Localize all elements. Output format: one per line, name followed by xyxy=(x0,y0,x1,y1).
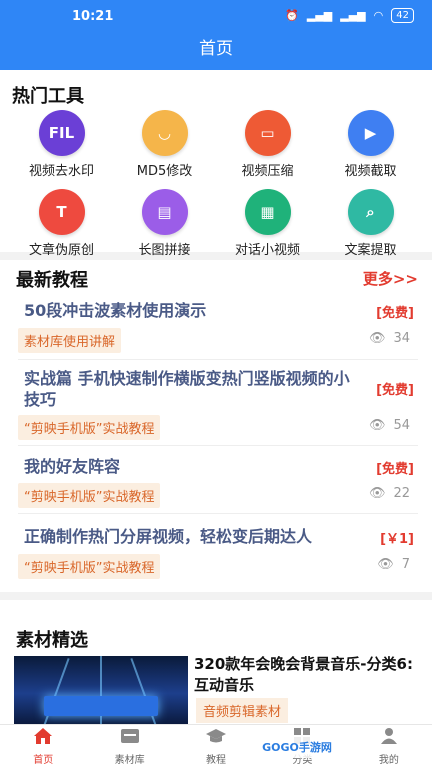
extract-icon: ⌕ xyxy=(347,189,394,235)
materials-title: 素材精选 xyxy=(16,630,88,651)
view-count: 👁 22 xyxy=(369,486,410,501)
tool-item[interactable]: ▶ 视频截取 xyxy=(319,110,422,179)
status-time: 10:21 xyxy=(72,9,114,24)
eye-icon: 👁 xyxy=(368,331,386,346)
view-count-value: 54 xyxy=(393,418,410,433)
tool-label: 视频压缩 xyxy=(241,164,294,179)
graduation-cap-icon xyxy=(205,727,227,749)
material-title[interactable]: 320款年会晚会背景音乐-分类6: 互动音乐 xyxy=(194,654,419,696)
more-link[interactable]: 更多>> xyxy=(363,268,418,289)
tutorial-item[interactable]: 50段冲击波素材使用演示 [免费] 素材库使用讲解 👁 34 xyxy=(18,300,418,360)
signal-icon: ▂▄▆ xyxy=(306,9,333,22)
tab-label: 首页 xyxy=(33,755,54,766)
tool-item[interactable]: ▭ 视频压缩 xyxy=(216,110,319,179)
tutorial-price: [免费] xyxy=(376,462,414,477)
user-icon xyxy=(378,727,400,749)
hot-tools-section: 热门工具 FIL 视频去水印 ◡ MD5修改 ▭ 视频压缩 ▶ 视频截取 T 文章伪原创 ▤ 长图拼接… xyxy=(0,70,432,258)
tool-item[interactable]: T 文章伪原创 xyxy=(10,189,113,258)
tool-label: 视频去水印 xyxy=(28,164,94,179)
tutorials-title: 最新教程 xyxy=(16,270,88,291)
tutorial-tag: 素材库使用讲解 xyxy=(18,328,122,353)
view-count-value: 22 xyxy=(393,486,410,501)
stitch-icon: ▤ xyxy=(141,189,188,235)
status-icons: ⏰ ▂▄▆ ▂▄▆ ◠ 42 xyxy=(285,8,414,23)
tutorial-title: 正确制作热门分屏视频，轻松变后期达人 xyxy=(24,527,313,546)
tutorial-price: [免费] xyxy=(376,383,414,398)
tab-1[interactable]: 素材库 xyxy=(86,725,172,768)
alarm-icon: ⏰ xyxy=(285,9,299,22)
signal-icon-2: ▂▄▆ xyxy=(340,9,366,22)
tab-2[interactable]: 教程 xyxy=(173,725,259,768)
eye-icon: 👁 xyxy=(368,486,386,501)
stage-image xyxy=(44,696,158,716)
tutorial-price: [￥1] xyxy=(380,532,414,547)
tab-label: 我的 xyxy=(378,755,399,766)
eye-icon: 👁 xyxy=(368,418,386,433)
tutorial-title: 我的好友阵容 xyxy=(24,457,121,476)
view-count-value: 7 xyxy=(401,557,410,572)
tab-label: 教程 xyxy=(206,755,227,766)
watermark-removal-icon: FIL xyxy=(38,110,85,156)
eye-icon: 👁 xyxy=(377,557,394,572)
tab-label: 素材库 xyxy=(114,755,145,766)
tool-item[interactable]: FIL 视频去水印 xyxy=(10,110,113,179)
latest-tutorials-section: 最新教程 更多>> 50段冲击波素材使用演示 [免费] 素材库使用讲解 👁 34… xyxy=(0,260,432,592)
tool-label: 视频截取 xyxy=(344,164,397,179)
home-icon xyxy=(32,727,54,749)
watermark-logo: GOGO手游网 xyxy=(254,736,340,758)
wifi-icon: ◠ xyxy=(373,9,384,22)
tool-item[interactable]: ▦ 对话小视频 xyxy=(216,189,319,258)
tutorial-tag: “剪映手机版”实战教程 xyxy=(18,415,161,440)
materials-section: 素材精选 320款年会晚会背景音乐-分类6: 互动音乐 音频剪辑素材 xyxy=(0,600,432,724)
tab-0[interactable]: 首页 xyxy=(0,725,86,768)
hot-tools-title: 热门工具 xyxy=(12,86,84,107)
tutorial-item[interactable]: 我的好友阵容 [免费] “剪映手机版”实战教程 👁 22 xyxy=(18,456,418,514)
tab-4[interactable]: 我的 xyxy=(346,725,432,768)
smile-icon: ◡ xyxy=(141,110,188,156)
view-count: 👁 54 xyxy=(369,418,410,433)
tool-label: 对话小视频 xyxy=(234,243,300,258)
compress-icon: ▭ xyxy=(244,110,291,156)
view-count-value: 34 xyxy=(393,331,410,346)
tool-label: 长图拼接 xyxy=(138,243,191,258)
status-bar: 10:21 ⏰ ▂▄▆ ▂▄▆ ◠ 42 xyxy=(0,0,432,32)
text-icon: T xyxy=(38,189,85,235)
tool-label: MD5修改 xyxy=(136,164,193,179)
clip-icon: ▶ xyxy=(347,110,394,156)
material-thumbnail[interactable] xyxy=(14,656,188,724)
tutorial-tag: “剪映手机版”实战教程 xyxy=(18,554,161,579)
tools-grid: FIL 视频去水印 ◡ MD5修改 ▭ 视频压缩 ▶ 视频截取 T 文章伪原创 ▤ 长图拼接 ▦ 对话小视… xyxy=(10,110,422,258)
bottom-tab-bar: 首页 素材库 教程 分类 我的 xyxy=(0,724,432,768)
archive-icon xyxy=(119,727,141,749)
tutorial-title: 50段冲击波素材使用演示 xyxy=(24,301,207,320)
material-tag: 音频剪辑素材 xyxy=(196,698,289,723)
tool-item[interactable]: ⌕ 文案提取 xyxy=(319,189,422,258)
tutorial-item[interactable]: 实战篇 手机快速制作横版变热门竖版视频的小技巧 [免费] “剪映手机版”实战教程… xyxy=(18,368,418,446)
view-count: 👁 7 xyxy=(377,557,410,572)
tool-item[interactable]: ▤ 长图拼接 xyxy=(113,189,216,258)
tutorial-price: [免费] xyxy=(376,306,414,321)
page-title: 首页 xyxy=(0,32,432,70)
tool-label: 文案提取 xyxy=(344,243,397,258)
battery-icon: 42 xyxy=(391,8,414,23)
dialog-video-icon: ▦ xyxy=(244,189,291,235)
tool-item[interactable]: ◡ MD5修改 xyxy=(113,110,216,179)
tutorial-item[interactable]: 正确制作热门分屏视频，轻松变后期达人 [￥1] “剪映手机版”实战教程 👁 7 xyxy=(18,526,418,584)
view-count: 👁 34 xyxy=(369,331,410,346)
tutorial-title: 实战篇 手机快速制作横版变热门竖版视频的小技巧 xyxy=(24,369,350,409)
tool-label: 文章伪原创 xyxy=(28,243,94,258)
tutorial-tag: “剪映手机版”实战教程 xyxy=(18,483,161,508)
